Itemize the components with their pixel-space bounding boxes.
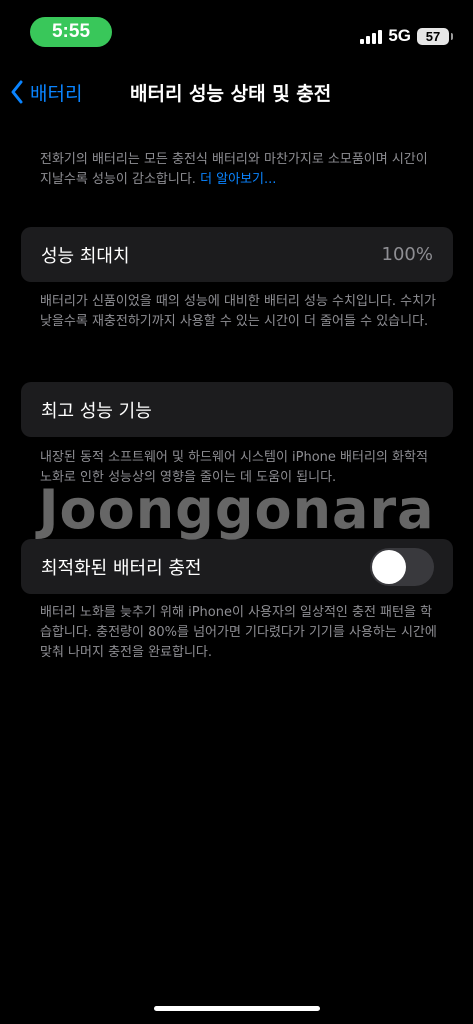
signal-icon (360, 29, 383, 44)
intro-footnote: 전화기의 배터리는 모든 충전식 배터리와 마찬가지로 소모품이며 시간이 지날… (40, 150, 440, 190)
toggle-knob (372, 549, 406, 584)
chevron-left-icon (11, 80, 23, 104)
optimized-charging-footnote: 배터리 노화를 늦추기 위해 iPhone이 사용자의 일상적인 충전 패턴을 … (40, 605, 437, 660)
back-button[interactable]: 배터리 (10, 76, 82, 108)
navigation-bar: 배터리 배터리 성능 상태 및 충전 (0, 68, 473, 116)
back-label: 배터리 (30, 82, 83, 105)
learn-more-link[interactable]: 더 알아보기... (200, 172, 276, 187)
max-capacity-footnote: 배터리가 신품이었을 때의 성능에 대비한 배터리 성능 수치입니다. 수치가 … (40, 294, 436, 329)
peak-performance-cell: 최고 성능 기능 (21, 382, 453, 437)
battery-health-screen: 5:55 5G 57 배터리 배터리 성능 상태 및 충전 전화기의 배터리는 … (0, 0, 473, 1024)
peak-performance-label: 최고 성능 기능 (41, 400, 152, 422)
max-capacity-cell: 성능 최대치 100% (21, 227, 453, 282)
network-type: 5G (388, 26, 411, 45)
status-time[interactable]: 5:55 (30, 17, 112, 47)
status-icons: 5G 57 (360, 24, 453, 48)
status-bar: 5:55 5G 57 (0, 0, 473, 64)
home-indicator[interactable] (154, 1006, 320, 1011)
max-capacity-label: 성능 최대치 (41, 245, 130, 267)
page-title: 배터리 성능 상태 및 충전 (130, 82, 332, 105)
peak-performance-footnote: 내장된 동적 소프트웨어 및 하드웨어 시스템이 iPhone 배터리의 화학적… (40, 450, 428, 485)
max-capacity-value: 100% (381, 244, 433, 265)
battery-icon: 57 (417, 27, 453, 45)
optimized-charging-toggle[interactable] (370, 547, 434, 586)
battery-level: 57 (425, 28, 441, 44)
optimized-charging-cell: 최적화된 배터리 충전 (21, 539, 453, 594)
optimized-charging-label: 최적화된 배터리 충전 (41, 557, 202, 579)
